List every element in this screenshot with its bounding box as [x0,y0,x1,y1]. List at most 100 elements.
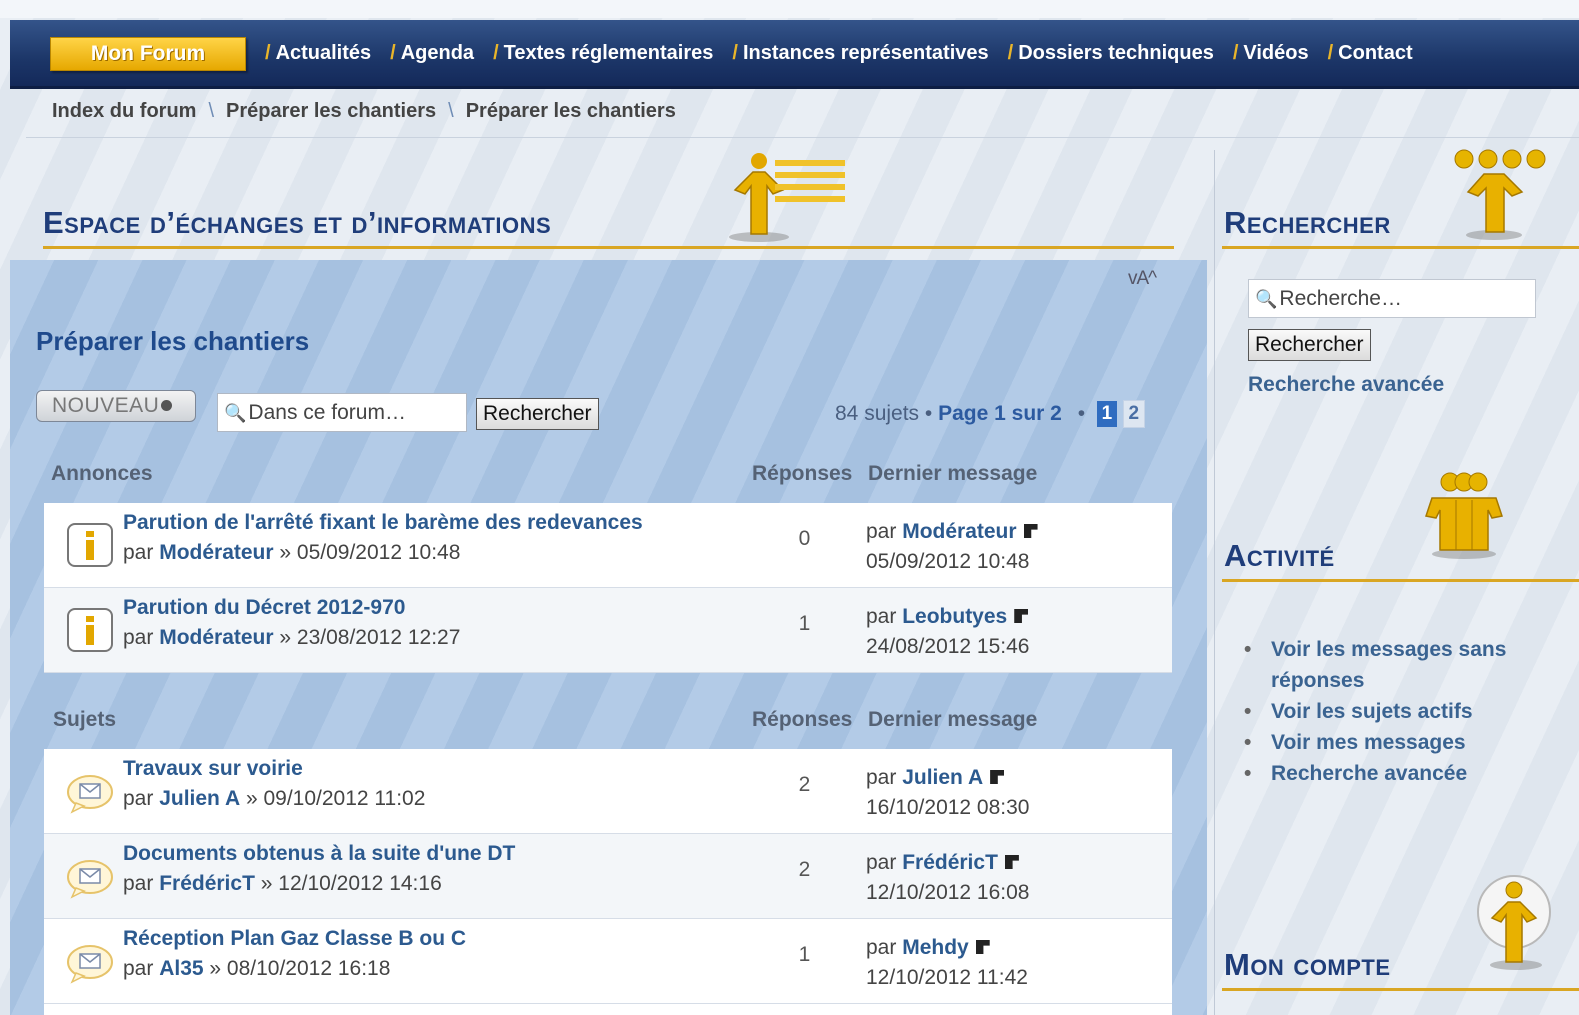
activity-unanswered-link[interactable]: Voir les messages sans réponses [1244,634,1564,696]
page-title: Espace d’échanges et d’informations [43,205,552,240]
goto-post-icon[interactable] [1023,524,1038,538]
magnifier-icon: 🔍 [224,403,247,423]
topic-author[interactable]: Modérateur [159,626,273,649]
reply-count: 0 [798,527,811,550]
reply-count: 2 [798,773,811,796]
topic-meta: par Modérateur » 23/08/2012 12:27 [123,626,461,649]
dot-icon [161,400,173,411]
replies-header: Réponses [752,462,853,485]
group-people-icon [1425,472,1503,559]
breadcrumb-category[interactable]: Préparer les chantiers [226,100,436,122]
sidebar-account-underline [1222,988,1579,991]
topics-header: Sujets [53,708,117,731]
sidebar-account-title: Mon compte [1224,947,1391,982]
goto-post-icon[interactable] [1014,609,1029,623]
last-post: par Modérateur 05/09/2012 10:48 [866,517,1038,577]
account-person-icon [1477,875,1551,970]
nav-home-button[interactable]: Mon Forum [50,37,246,71]
announcement-list: Parution de l'arrêté fixant le barème de… [44,503,1172,673]
topic-title[interactable]: Réception Plan Gaz Classe B ou C [123,927,466,951]
nav-item-agenda[interactable]: / Agenda [390,40,474,66]
last-post: par FrédéricT 12/10/2012 16:08 [866,851,1030,904]
topic-title[interactable]: Parution du Décret 2012-970 [123,596,405,620]
table-row: Travaux sur voirie par Julien A » 09/10/… [44,749,1172,834]
topic-author[interactable]: FrédéricT [159,872,255,895]
sidebar-activity-title: Activité [1224,538,1335,573]
last-post: par Julien A 16/10/2012 08:30 [866,766,1030,819]
new-topic-button[interactable]: NOUVEAU [36,390,196,422]
forum-search-input[interactable]: 🔍Dans ce forum… [217,393,467,432]
breadcrumb-forum[interactable]: Préparer les chantiers [466,100,676,122]
speech-bubble-icon [67,945,113,984]
sidebar-search-input[interactable]: 🔍Recherche… [1248,279,1536,318]
activity-my-posts-link[interactable]: Voir mes messages [1244,727,1564,758]
info-icon [67,608,113,652]
goto-post-icon[interactable] [975,940,990,954]
announcements-header: Annonces [51,462,153,485]
table-row: Parution du Décret 2012-970 par Modérate… [44,588,1172,673]
advanced-search-link[interactable]: Recherche avancée [1248,373,1444,397]
magnifier-icon: 🔍 [1255,289,1278,309]
topic-meta: par Modérateur » 05/09/2012 10:48 [123,541,461,564]
page-current: 1 [1096,401,1117,427]
breadcrumb-divider [26,137,1579,138]
pagination: 84 sujets • Page 1 sur 2 • 1 2 [835,400,1145,428]
title-underline [43,246,1174,249]
sidebar-search-button[interactable]: Rechercher [1248,329,1371,361]
last-post: par Mehdy 12/10/2012 11:42 [866,936,1028,989]
people-search-icon [1454,149,1546,240]
table-row: Réception Plan Gaz Classe B ou C par Al3… [44,919,1172,1004]
sidebar-divider [1214,150,1215,1015]
activity-list: Voir les messages sans réponses Voir les… [1244,634,1564,789]
reply-count: 2 [798,858,811,881]
activity-active-topics-link[interactable]: Voir les sujets actifs [1244,696,1564,727]
nav-items: / Actualités / Agenda / Textes réglementair… [265,40,1432,66]
topic-meta: par Julien A » 09/10/2012 11:02 [123,787,426,810]
last-post-author[interactable]: Modérateur [902,520,1016,543]
topic-title[interactable]: Travaux sur voirie [123,757,303,781]
top-stripe [0,0,1579,18]
breadcrumb-index[interactable]: Index du forum [52,100,196,122]
nav-item-actualites[interactable]: / Actualités [265,40,371,66]
topic-title[interactable]: Documents obtenus à la suite d'une DT [123,842,515,866]
speech-bubble-icon [67,775,113,814]
nav-item-textes[interactable]: / Textes réglementaires [493,40,713,66]
replies-header: Réponses [752,708,853,731]
last-post-author[interactable]: Julien A [902,766,983,789]
nav-item-dossiers[interactable]: / Dossiers techniques [1008,40,1214,66]
topic-meta: par Al35 » 08/10/2012 16:18 [123,957,391,980]
last-post-author[interactable]: Leobutyes [902,605,1007,628]
table-row: Documents obtenus à la suite d'une DT pa… [44,834,1172,919]
topic-author[interactable]: Julien A [159,787,240,810]
nav-item-instances[interactable]: / Instances représentatives [732,40,988,66]
activity-advanced-search-link[interactable]: Recherche avancée [1244,758,1564,789]
reply-count: 1 [798,943,811,966]
goto-post-icon[interactable] [990,770,1005,784]
topic-title[interactable]: Parution de l'arrêté fixant le barème de… [123,511,643,535]
last-post-header: Dernier message [868,708,1038,731]
font-size-control[interactable]: vA^ [1128,268,1157,290]
goto-post-icon[interactable] [1004,855,1019,869]
last-post: par Leobutyes 24/08/2012 15:46 [866,605,1030,658]
topic-meta: par FrédéricT » 12/10/2012 14:16 [123,872,442,895]
table-row: Parution de l'arrêté fixant le barème de… [44,503,1172,588]
page-link-2[interactable]: 2 [1122,400,1145,428]
forum-title[interactable]: Préparer les chantiers [36,326,309,357]
last-post-author[interactable]: FrédéricT [902,851,998,874]
sidebar-search-underline [1222,246,1579,249]
person-list-icon [729,153,845,242]
last-post-author[interactable]: Mehdy [902,936,969,959]
forum-search-button[interactable]: Rechercher [476,398,599,430]
nav-item-videos[interactable]: / Vidéos [1233,40,1309,66]
last-post-header: Dernier message [868,462,1038,485]
sidebar-search-title: Rechercher [1224,205,1391,240]
sidebar-activity-underline [1222,579,1579,582]
topic-author[interactable]: Al35 [159,957,203,980]
nav-item-contact[interactable]: / Contact [1328,40,1413,66]
topic-author[interactable]: Modérateur [159,541,273,564]
reply-count: 1 [798,612,811,635]
topic-list: Travaux sur voirie par Julien A » 09/10/… [44,749,1172,1015]
main-navbar: Mon Forum / Actualités / Agenda / Textes ré… [10,20,1579,89]
info-icon [67,523,113,567]
page-label[interactable]: Page 1 sur 2 [938,402,1062,425]
